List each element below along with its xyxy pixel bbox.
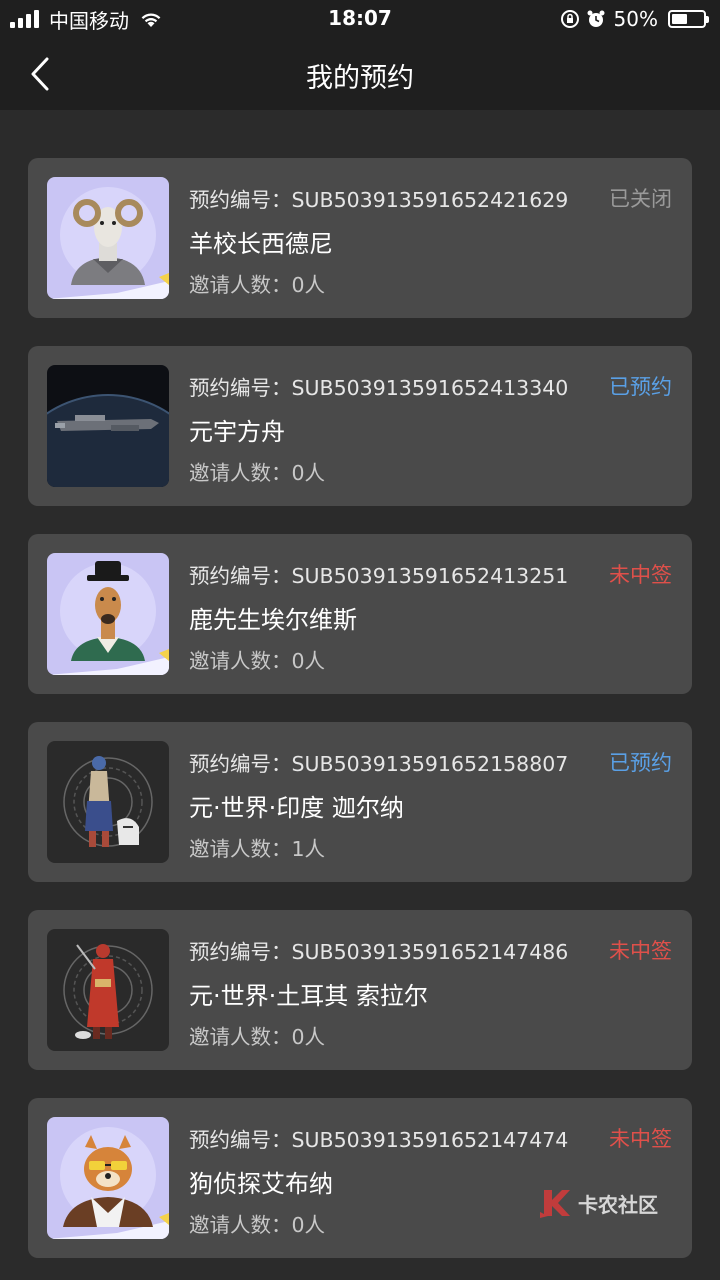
status-right: 50% <box>560 6 709 32</box>
status-bar: 中国移动 18:07 50% <box>0 0 720 38</box>
item-name: 元·世界·土耳其 索拉尔 <box>189 982 428 1010</box>
invite-count: 邀请人数：0人 <box>189 461 326 485</box>
invite-count: 邀请人数：0人 <box>189 1025 326 1049</box>
dog-avatar <box>47 1117 169 1239</box>
battery-fill <box>672 14 687 24</box>
invite-count: 邀请人数：0人 <box>189 273 326 297</box>
watermark-text: 卡农社区 <box>578 1192 658 1217</box>
deer-avatar <box>47 553 169 675</box>
reservation-number: 预约编号：SUB503913591652413340 <box>189 376 569 400</box>
reservation-card[interactable]: 预约编号：SUB503913591652413251 未中签 鹿先生埃尔维斯 邀… <box>28 534 692 694</box>
invite-count: 邀请人数：0人 <box>189 649 326 673</box>
reservation-card[interactable]: 预约编号：SUB503913591652421629 已关闭 羊校长西德尼 邀请… <box>28 158 692 318</box>
item-name: 元宇方舟 <box>189 418 285 446</box>
reservation-number: 预约编号：SUB503913591652421629 <box>189 188 569 212</box>
status-badge: 已预约 <box>609 375 672 399</box>
warrior-figure <box>47 741 169 863</box>
status-badge: 未中签 <box>609 939 672 963</box>
red-figure <box>47 929 169 1051</box>
reservation-card[interactable]: 预约编号：SUB503913591652147486 未中签 元·世界·土耳其 … <box>28 910 692 1070</box>
page-title: 我的预约 <box>306 63 414 94</box>
spaceship-image <box>47 365 169 487</box>
status-badge: 已预约 <box>609 751 672 775</box>
invite-count: 邀请人数：0人 <box>189 1213 326 1237</box>
item-name: 元·世界·印度 迦尔纳 <box>189 794 404 822</box>
alarm-icon <box>587 10 605 27</box>
invite-count: 邀请人数：1人 <box>189 837 326 861</box>
reservation-number: 预约编号：SUB503913591652413251 <box>189 564 569 588</box>
ram-avatar <box>47 177 169 299</box>
battery-icon <box>668 10 709 28</box>
reservation-list: 预约编号：SUB503913591652421629 已关闭 羊校长西德尼 邀请… <box>28 158 692 1280</box>
watermark: 卡农社区 <box>538 1186 658 1220</box>
reservation-card[interactable]: 预约编号：SUB503913591652413340 已预约 元宇方舟 邀请人数… <box>28 346 692 506</box>
status-badge: 已关闭 <box>609 187 672 211</box>
item-name: 鹿先生埃尔维斯 <box>189 606 357 634</box>
kanong-logo-icon <box>540 1190 570 1218</box>
nav-bar: 我的预约 <box>0 38 720 110</box>
status-badge: 未中签 <box>609 1127 672 1151</box>
reservation-card[interactable]: 预约编号：SUB503913591652147474 未中签 狗侦探艾布纳 邀请… <box>28 1098 692 1258</box>
item-name: 羊校长西德尼 <box>189 230 333 258</box>
rotation-lock-icon <box>560 10 579 28</box>
status-badge: 未中签 <box>609 563 672 587</box>
reservation-number: 预约编号：SUB503913591652158807 <box>189 752 569 776</box>
item-name: 狗侦探艾布纳 <box>189 1170 333 1198</box>
reservation-card[interactable]: 预约编号：SUB503913591652158807 已预约 元·世界·印度 迦… <box>28 722 692 882</box>
battery-percent: 50% <box>613 7 658 31</box>
reservation-number: 预约编号：SUB503913591652147474 <box>189 1128 569 1152</box>
reservation-number: 预约编号：SUB503913591652147486 <box>189 940 569 964</box>
